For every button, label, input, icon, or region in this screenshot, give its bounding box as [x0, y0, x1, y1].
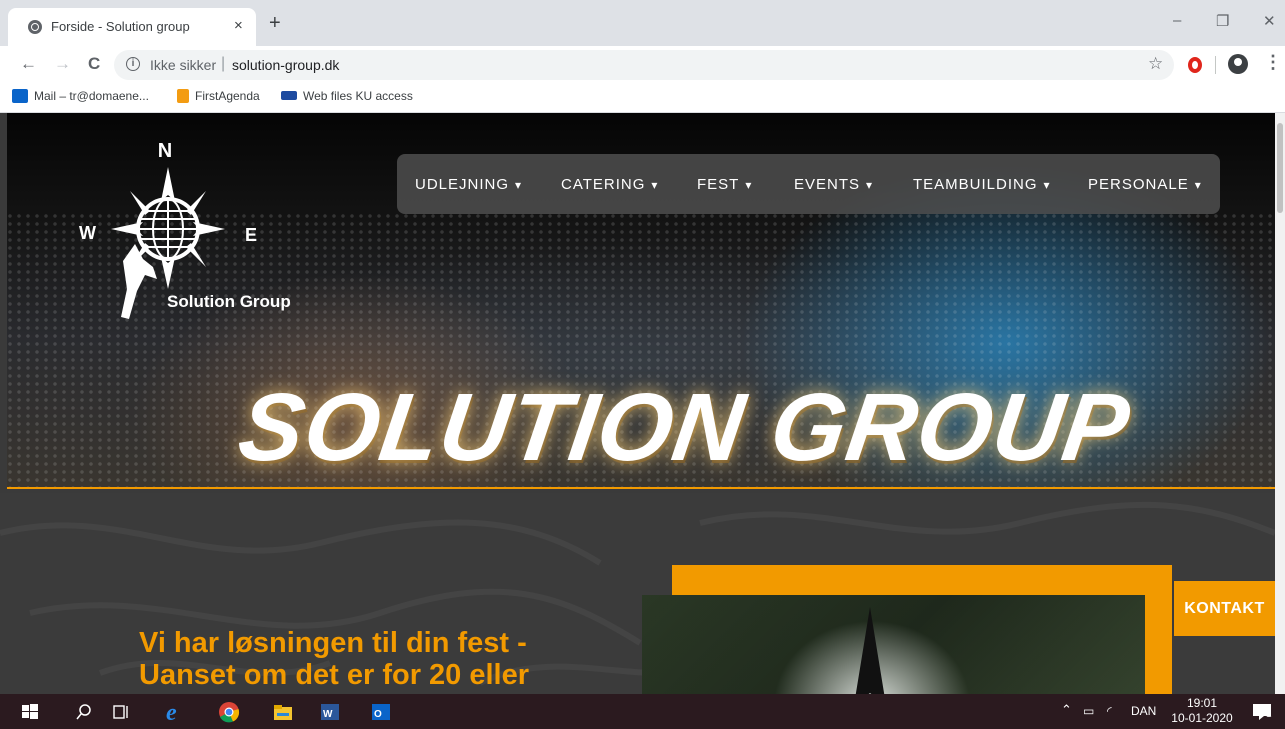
nav-label: TEAMBUILDING [913, 176, 1038, 193]
headline-line-1: Vi har løsningen til din fest - [139, 627, 527, 659]
file-explorer-icon[interactable] [271, 700, 295, 724]
chevron-down-icon: ▾ [1043, 178, 1051, 192]
wifi-icon[interactable]: ◜ [1107, 704, 1112, 718]
system-clock[interactable]: 19:01 10-01-2020 [1170, 696, 1234, 726]
svg-text:W: W [323, 709, 333, 720]
bookmark-webfiles[interactable]: Web files KU access [281, 89, 413, 103]
battery-icon[interactable]: ▭ [1083, 704, 1094, 718]
logo-text: Solution Group [167, 292, 291, 311]
nav-label: EVENTS [794, 176, 861, 193]
nav-label: CATERING [561, 176, 646, 193]
scrollbar-thumb[interactable] [1277, 123, 1283, 213]
video-player[interactable] [642, 595, 1145, 694]
clock-date: 10-01-2020 [1171, 711, 1233, 725]
svg-text:e: e [166, 700, 177, 724]
restore-button[interactable]: ❐ [1216, 12, 1229, 30]
webfiles-icon [281, 91, 297, 100]
nav-item-fest[interactable]: FEST ▾ [697, 176, 752, 193]
kontakt-button[interactable]: KONTAKT [1174, 581, 1275, 636]
address-bar[interactable]: i Ikke sikker | solution-group.dk ☆ [114, 50, 1174, 80]
nav-item-teambuilding[interactable]: TEAMBUILDING ▾ [913, 176, 1051, 193]
bookmark-label: Mail – tr@domaene... [34, 89, 149, 103]
browser-menu-button[interactable]: ⋮ [1264, 52, 1282, 73]
forward-button[interactable]: → [54, 54, 71, 74]
compass-w-label: W [79, 223, 96, 243]
compass-n-label: N [158, 140, 172, 162]
task-view-icon[interactable] [109, 700, 133, 724]
nav-label: FEST [697, 176, 740, 193]
headline-line-2: Uanset om det er for 20 eller [139, 659, 530, 691]
browser-tab-bar: Forside - Solution group × + – ❐ ✕ [0, 0, 1285, 46]
chevron-down-icon: ▾ [515, 178, 523, 192]
profile-icon[interactable] [1228, 54, 1248, 74]
section-headline: Vi har løsningen til din fest - Uanset o… [139, 627, 659, 691]
security-label: Ikke sikker [150, 57, 217, 73]
url-separator: | [221, 55, 226, 72]
hero-banner: N W E Solution Group UDLEJNING ▾ CATERING… [7, 113, 1275, 489]
clock-time: 19:01 [1186, 696, 1218, 710]
nav-label: UDLEJNING [415, 176, 510, 193]
page-scrollbar[interactable] [1275, 113, 1285, 694]
chrome-icon[interactable] [217, 700, 241, 724]
search-icon[interactable] [72, 700, 96, 724]
bookmarks-bar: Mail – tr@domaene... FirstAgenda Web fil… [0, 84, 1285, 113]
reload-button[interactable]: C [88, 54, 100, 74]
nav-item-personale[interactable]: PERSONALE ▾ [1088, 176, 1202, 193]
minimize-button[interactable]: – [1173, 12, 1181, 29]
main-navigation: UDLEJNING ▾ CATERING ▾ FEST ▾ EVENTS ▾ TEAMB… [397, 154, 1220, 214]
bookmark-star-icon[interactable]: ☆ [1148, 54, 1163, 74]
opera-extension-icon[interactable] [1188, 57, 1202, 73]
outlook-icon [12, 89, 28, 103]
toolbar-divider [1215, 56, 1216, 74]
info-icon[interactable]: i [126, 57, 140, 71]
chevron-down-icon: ▾ [866, 178, 874, 192]
back-button[interactable]: ← [20, 54, 37, 74]
word-icon[interactable]: W [318, 700, 342, 724]
hero-title: SOLUTION GROUP [232, 374, 1137, 481]
nav-item-udlejning[interactable]: UDLEJNING ▾ [415, 176, 522, 193]
outlook-taskbar-icon[interactable]: O [369, 700, 393, 724]
chevron-down-icon: ▾ [1194, 178, 1202, 192]
nav-label: PERSONALE [1088, 176, 1189, 193]
globe-icon [28, 20, 42, 34]
svg-text:O: O [374, 709, 382, 720]
tab-close-button[interactable]: × [234, 17, 243, 34]
hero-accent-strip [7, 487, 1275, 489]
browser-toolbar: ← → C i Ikke sikker | solution-group.dk … [0, 46, 1285, 84]
browser-tab[interactable]: Forside - Solution group × [8, 8, 256, 46]
bookmark-mail[interactable]: Mail – tr@domaene... [12, 89, 149, 103]
compass-e-label: E [245, 225, 257, 245]
new-tab-button[interactable]: + [269, 13, 281, 33]
bookmark-label: Web files KU access [303, 89, 413, 103]
web-page: N W E Solution Group UDLEJNING ▾ CATERING… [0, 113, 1275, 694]
windows-taskbar: e W O ⌃ ▭ ◜ DAN 19:01 10-01-2020 1 [0, 694, 1285, 729]
chevron-down-icon: ▾ [745, 178, 753, 192]
url-text[interactable]: solution-group.dk [232, 57, 339, 73]
nav-item-catering[interactable]: CATERING ▾ [561, 176, 658, 193]
tray-expand-icon[interactable]: ⌃ [1061, 702, 1072, 718]
language-indicator[interactable]: DAN [1131, 704, 1156, 718]
tab-title: Forside - Solution group [51, 19, 190, 34]
compass-star-icon [855, 607, 885, 694]
windows-start-icon[interactable] [18, 700, 42, 724]
chevron-down-icon: ▾ [651, 178, 659, 192]
close-window-button[interactable]: ✕ [1263, 12, 1276, 30]
bookmark-firstagenda[interactable]: FirstAgenda [177, 89, 260, 103]
solution-group-logo[interactable]: N W E Solution Group [65, 129, 325, 329]
bookmark-label: FirstAgenda [195, 89, 260, 103]
notification-count-badge: 1 [1266, 709, 1272, 720]
edge-browser-icon[interactable]: e [164, 700, 188, 724]
firstagenda-icon [177, 89, 189, 103]
nav-item-events[interactable]: EVENTS ▾ [794, 176, 873, 193]
